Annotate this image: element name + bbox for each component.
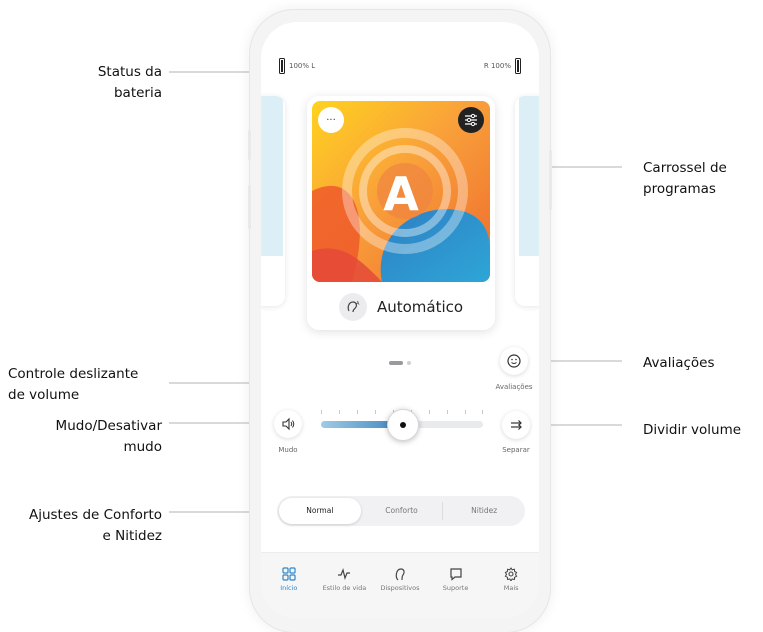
ratings-label: Avaliações [495, 383, 533, 391]
pagination-dot-active[interactable] [389, 361, 403, 365]
ratings-button[interactable] [500, 347, 528, 375]
battery-left: 100% L [279, 58, 315, 74]
bottom-tab-bar: Início Estilo de vida Dispositivos Supor… [261, 552, 539, 618]
app-screen: 100% L R 100% A ··· A Automático Avaliaç… [261, 22, 539, 618]
callout-mute: Mudo/Desativar mudo [55, 418, 162, 455]
ellipsis-icon: ··· [326, 114, 336, 126]
tab-lifestyle-label: Estilo de vida [322, 584, 367, 592]
program-settings-button[interactable] [458, 107, 484, 133]
phone-side-button [248, 185, 251, 229]
speaker-icon [282, 417, 295, 431]
svg-text:A: A [356, 301, 360, 307]
volume-slider-thumb[interactable] [387, 409, 419, 441]
carousel-card-next[interactable] [515, 96, 539, 306]
chat-icon [449, 568, 462, 581]
battery-icon [279, 58, 285, 74]
ear-auto-icon: A [347, 301, 360, 313]
callout-ratings: Avaliações [643, 355, 715, 371]
program-artwork: A ··· [312, 101, 490, 282]
smiley-icon [507, 354, 521, 368]
program-icon: A [338, 293, 367, 321]
program-name: Automático [376, 298, 464, 316]
activity-icon [338, 568, 351, 580]
tab-devices[interactable]: Dispositivos [372, 553, 428, 618]
callout-program-carousel: Carrossel de programas [643, 160, 727, 197]
split-volume-button[interactable] [502, 411, 530, 439]
carousel-pagination[interactable] [389, 361, 411, 365]
hearing-aid-icon [395, 568, 405, 581]
tab-lifestyle[interactable]: Estilo de vida [317, 553, 373, 618]
split-arrows-icon [511, 420, 522, 430]
battery-left-label: 100% L [289, 62, 316, 70]
battery-right: R 100% [484, 58, 521, 74]
tab-more[interactable]: Mais [483, 553, 539, 618]
program-card[interactable]: A ··· A Automático [307, 96, 495, 330]
split-volume-label: Separar [502, 446, 530, 454]
program-letter: A [383, 167, 419, 221]
mute-button[interactable] [274, 410, 302, 438]
mode-option-clarity[interactable]: Nitidez [443, 498, 525, 524]
tab-more-label: Mais [503, 584, 519, 592]
callout-comfort-clarity: Ajustes de Conforto e Nitidez [28, 507, 162, 544]
tab-home-label: Início [280, 584, 298, 592]
tab-support[interactable]: Suporte [428, 553, 484, 618]
phone-side-button [248, 130, 251, 160]
program-title-row: A Automático [307, 290, 495, 324]
battery-right-label: R 100% [483, 62, 511, 70]
pagination-dot[interactable] [407, 361, 411, 365]
tab-home[interactable]: Início [261, 553, 317, 618]
phone-side-button [549, 150, 552, 210]
battery-icon [515, 58, 521, 74]
carousel-card-previous[interactable] [261, 96, 285, 306]
tab-support-label: Suporte [442, 584, 469, 592]
gear-icon [504, 567, 518, 581]
sliders-icon [465, 113, 477, 127]
mode-option-normal[interactable]: Normal [279, 498, 361, 524]
program-menu-button[interactable]: ··· [318, 107, 344, 133]
callout-volume-slider: Controle deslizante de volume [8, 366, 139, 403]
comfort-clarity-selector[interactable]: Normal Conforto Nitidez [277, 496, 525, 526]
grid-icon [282, 567, 296, 581]
tab-devices-label: Dispositivos [380, 584, 420, 592]
mode-option-comfort[interactable]: Conforto [361, 498, 443, 524]
mute-label: Mudo [278, 446, 298, 454]
callout-split-volume: Dividir volume [643, 422, 742, 438]
callout-battery-status: Status da bateria [97, 64, 162, 101]
